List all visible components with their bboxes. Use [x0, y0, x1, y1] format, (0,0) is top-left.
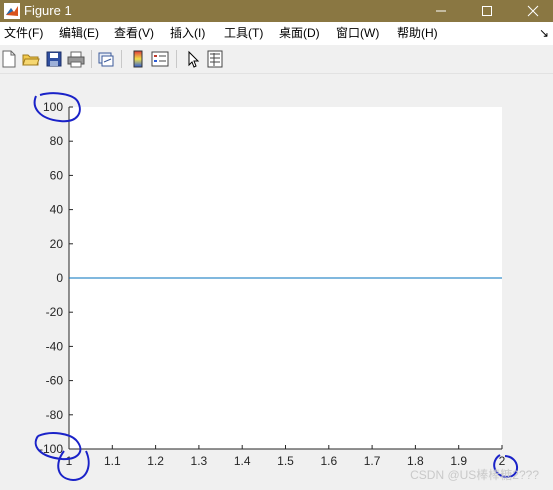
minimize-icon: [436, 10, 446, 12]
y-tick-label: 80: [50, 134, 64, 148]
open-file-icon[interactable]: [22, 50, 40, 68]
y-tick-label: 100: [43, 100, 63, 114]
title-bar: Figure 1: [0, 0, 553, 22]
menu-tools[interactable]: 工具(T): [224, 26, 263, 41]
x-tick-label: 1.5: [277, 454, 294, 468]
close-button[interactable]: [510, 0, 553, 22]
insert-colorbar-icon[interactable]: [129, 50, 147, 68]
y-tick-label: 40: [50, 203, 64, 217]
new-figure-icon[interactable]: [0, 50, 18, 68]
y-tick-label: -80: [46, 408, 64, 422]
x-tick-label: 1.7: [364, 454, 381, 468]
link-plot-icon[interactable]: [97, 50, 115, 68]
y-tick-label: -20: [46, 305, 64, 319]
y-tick-label: 20: [50, 237, 64, 251]
x-tick-label: 1.3: [191, 454, 208, 468]
x-tick-label: 1.1: [104, 454, 121, 468]
window-title: Figure 1: [24, 3, 72, 18]
x-tick-label: 1.4: [234, 454, 251, 468]
toolbar: [0, 45, 553, 74]
toolbar-separator: [91, 50, 92, 68]
y-tick-label: 60: [50, 168, 64, 182]
y-axis: 100806040200-20-40-60-80-100: [39, 100, 73, 456]
menu-help[interactable]: 帮助(H): [397, 26, 438, 41]
y-tick-label: -60: [46, 374, 64, 388]
close-icon: [527, 5, 539, 17]
watermark: CSDN @US棒棒糖2???: [410, 468, 539, 482]
print-icon[interactable]: [67, 50, 85, 68]
toolbar-separator: [176, 50, 177, 68]
menu-file[interactable]: 文件(F): [4, 26, 43, 41]
menu-overflow-icon[interactable]: ↘: [539, 26, 549, 40]
x-tick-label: 1: [66, 454, 73, 468]
maximize-button[interactable]: [464, 0, 510, 22]
insert-legend-icon[interactable]: [151, 50, 169, 68]
figure-canvas[interactable]: 100 80 60 40 20 0 -20 -40 -60 -80 -100 1 1.1 1.2 1.3 1…: [0, 74, 553, 490]
menu-desktop[interactable]: 桌面(D): [279, 26, 320, 41]
x-tick-label: 1.6: [320, 454, 337, 468]
property-inspector-icon[interactable]: [206, 50, 224, 68]
y-tick-label: 0: [56, 271, 63, 285]
menu-bar: 文件(F) 编辑(E) 查看(V) 插入(I) 工具(T) 桌面(D) 窗口(W…: [0, 22, 553, 45]
menu-insert[interactable]: 插入(I): [170, 26, 205, 41]
maximize-icon: [482, 6, 492, 16]
y-tick-label: -40: [46, 339, 64, 353]
matlab-logo-icon: [4, 3, 20, 19]
save-icon[interactable]: [45, 50, 63, 68]
plot-svg[interactable]: 100806040200-20-40-60-80-100 1 1.1 1.2 1.3 1…: [0, 74, 553, 490]
x-tick-label: 1.2: [147, 454, 164, 468]
menu-edit[interactable]: 编辑(E): [59, 26, 99, 41]
edit-plot-pointer-icon[interactable]: [184, 50, 202, 68]
menu-view[interactable]: 查看(V): [114, 26, 154, 41]
menu-window[interactable]: 窗口(W): [336, 26, 379, 41]
toolbar-separator: [121, 50, 122, 68]
minimize-button[interactable]: [418, 0, 464, 22]
